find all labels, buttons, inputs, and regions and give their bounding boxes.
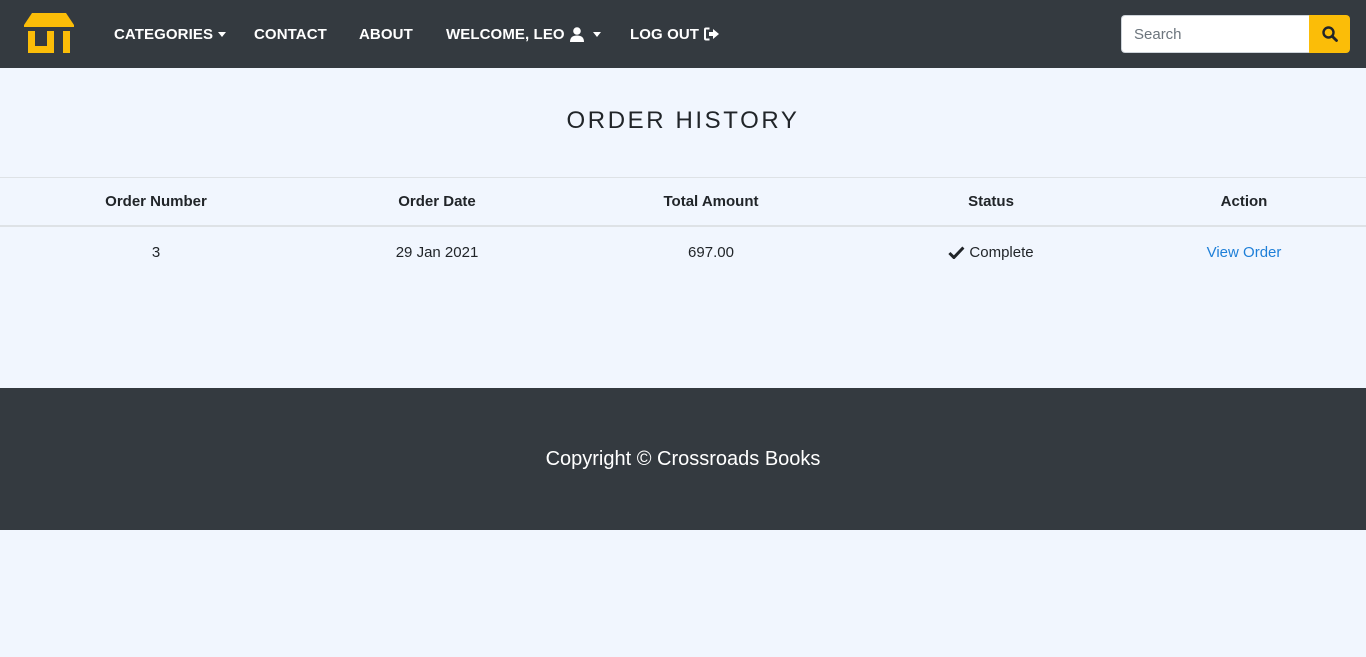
status-text: Complete [969, 243, 1034, 261]
column-header-status: Status [968, 193, 1014, 210]
nav-categories-label: CATEGORIES [114, 25, 214, 43]
view-order-link[interactable]: View Order [1207, 244, 1282, 261]
total-amount-cell: 697.00 [688, 243, 734, 261]
search-input[interactable] [1121, 15, 1309, 53]
navbar: CATEGORIES CONTACT ABOUT WELCOME, LEO LO… [0, 0, 1366, 68]
nav-about-label: ABOUT [359, 25, 413, 43]
table-header-row: Order Number Order Date Total Amount Sta… [0, 177, 1366, 227]
column-header-total-amount: Total Amount [663, 193, 759, 210]
column-header-action: Action [1220, 193, 1268, 210]
nav-contact-label: CONTACT [254, 25, 327, 43]
sign-out-icon [704, 27, 720, 41]
check-icon [948, 245, 965, 259]
footer-copyright: Copyright © Crossroads Books [545, 447, 821, 470]
order-number-cell: 3 [151, 243, 161, 261]
search-button[interactable] [1309, 15, 1350, 53]
nav-categories-dropdown[interactable]: CATEGORIES [114, 0, 227, 68]
nav-user-dropdown[interactable]: WELCOME, LEO [446, 0, 601, 68]
shop-icon[interactable] [24, 13, 74, 53]
order-history-table: Order Number Order Date Total Amount Sta… [0, 177, 1366, 277]
nav-contact-link[interactable]: CONTACT [254, 0, 327, 68]
table-row: 3 29 Jan 2021 697.00 Complete View Order [0, 227, 1366, 277]
nav-about-link[interactable]: ABOUT [359, 0, 413, 68]
caret-down-icon [218, 32, 227, 37]
page-title: ORDER HISTORY [566, 107, 800, 134]
status-cell: Complete [948, 227, 1034, 277]
action-cell: View Order [1207, 227, 1282, 277]
nav-welcome-label: WELCOME, LEO [446, 25, 565, 43]
search-form [1121, 15, 1350, 53]
column-header-order-number: Order Number [105, 193, 207, 210]
search-icon [1321, 26, 1338, 42]
footer: Copyright © Crossroads Books [0, 388, 1366, 530]
order-date-cell: 29 Jan 2021 [395, 243, 479, 261]
user-icon [569, 26, 584, 42]
caret-down-icon [592, 32, 601, 37]
nav-logout-link[interactable]: LOG OUT [630, 0, 720, 68]
nav-logout-label: LOG OUT [630, 25, 700, 43]
column-header-order-date: Order Date [398, 193, 476, 210]
